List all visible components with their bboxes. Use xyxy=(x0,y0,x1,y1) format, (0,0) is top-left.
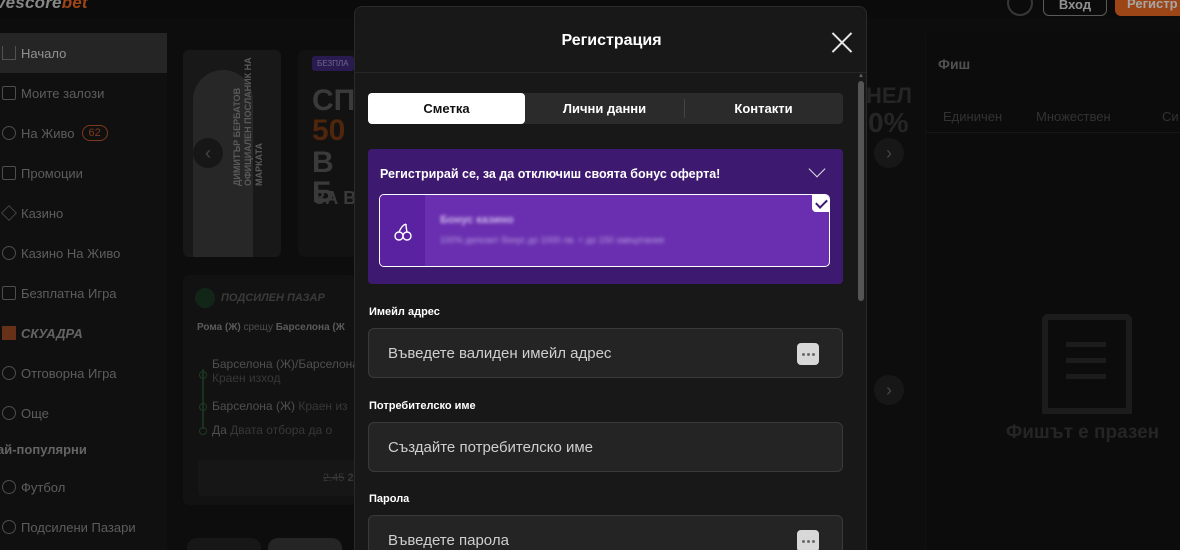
autofill-icon[interactable] xyxy=(797,343,819,365)
username-field-wrapper xyxy=(368,422,843,472)
password-label: Парола xyxy=(369,493,410,505)
autofill-icon[interactable] xyxy=(797,530,819,550)
checkmark-icon[interactable] xyxy=(812,195,829,212)
close-icon[interactable] xyxy=(830,31,854,55)
registration-modal: Регистрация ▲ Сметка Лични данни Контакт… xyxy=(354,6,867,550)
bonus-icon-box xyxy=(380,195,425,266)
password-field-wrapper xyxy=(368,515,843,550)
email-label: Имейл адрес xyxy=(369,306,440,318)
bonus-option-card[interactable]: Бонус казино 100% депозит бонус до 1000 … xyxy=(379,194,830,267)
username-label: Потребителско име xyxy=(369,400,476,412)
email-field[interactable] xyxy=(369,329,842,377)
chevron-down-icon[interactable] xyxy=(808,160,826,178)
bonus-card-title: Бонус казино xyxy=(440,214,514,226)
registration-tabs: Сметка Лични данни Контакти xyxy=(368,93,843,124)
bonus-offer-panel: Регистрирай се, за да отключиш своята бо… xyxy=(368,149,843,284)
modal-scrollbar[interactable] xyxy=(858,81,864,301)
cherry-icon xyxy=(394,223,412,241)
tab-personal-data[interactable]: Лични данни xyxy=(525,93,684,124)
modal-header: Регистрация xyxy=(355,7,866,73)
bonus-card-description: 100% депозит бонус до 1000 лв. + до 150 … xyxy=(440,235,665,245)
modal-title: Регистрация xyxy=(561,32,662,49)
bonus-prompt: Регистрирай се, за да отключиш своята бо… xyxy=(380,167,721,181)
password-field[interactable] xyxy=(369,516,842,550)
email-field-wrapper xyxy=(368,328,843,378)
tab-account[interactable]: Сметка xyxy=(368,93,525,124)
username-field[interactable] xyxy=(369,423,842,471)
tab-contacts[interactable]: Контакти xyxy=(684,93,843,124)
scroll-up-arrow-icon[interactable]: ▲ xyxy=(858,73,864,79)
page: vescorebet Вход Регистр Начало Моите зал… xyxy=(0,0,1180,550)
